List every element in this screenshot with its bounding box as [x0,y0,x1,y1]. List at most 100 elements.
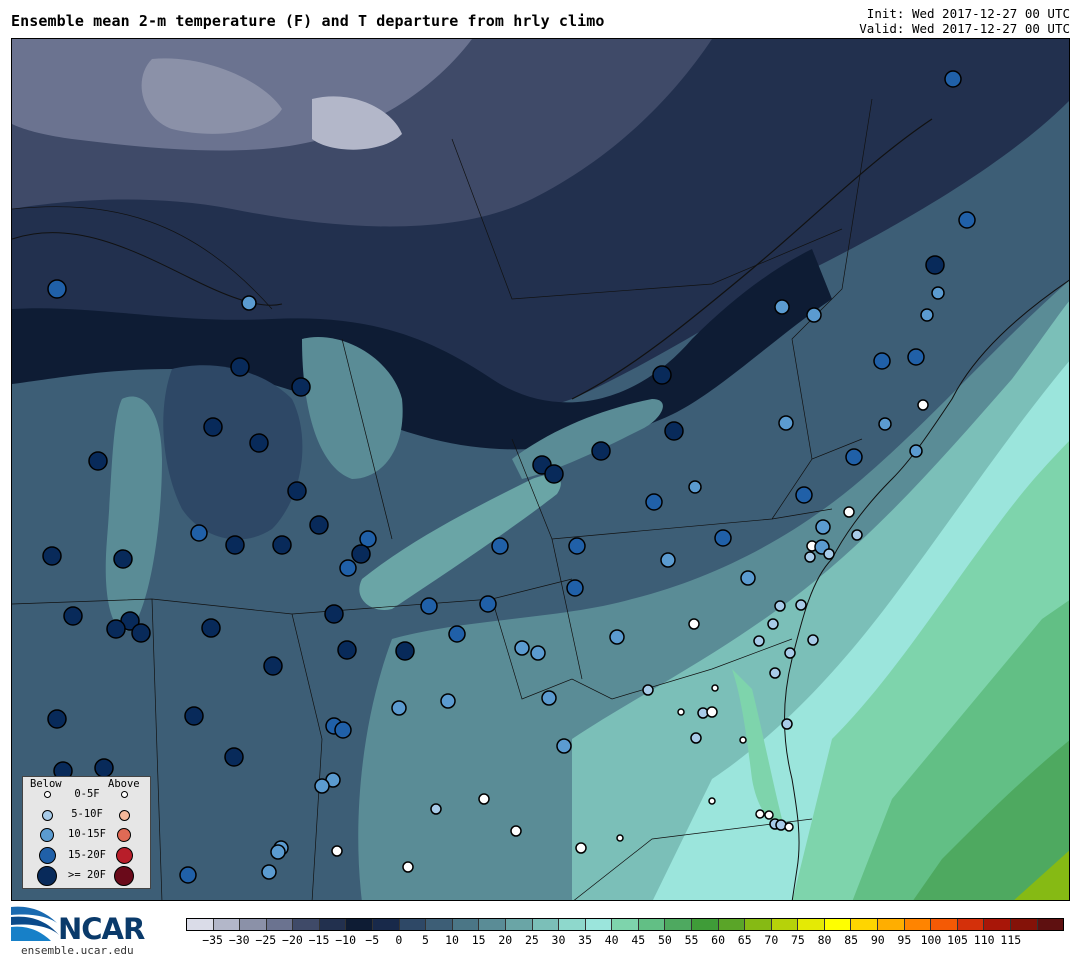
colorbar-tick-label: −20 [282,933,303,947]
colorbar-tick-label: 20 [498,933,513,947]
colorbar-tick-label: 90 [870,933,885,947]
colorbar-segment [691,919,719,930]
station-marker [395,641,415,661]
colorbar-segment [426,919,453,930]
colorbar-segment [187,919,214,930]
colorbar-tick-label: 25 [524,933,539,947]
station-marker [530,645,546,661]
colorbar-segment [293,919,320,930]
station-marker [925,255,945,275]
colorbar-segment [771,919,799,930]
colorbar-segment [745,919,772,930]
station-marker [287,481,307,501]
ncar-url: ensemble.ucar.edu [21,944,134,957]
station-marker [88,451,108,471]
station-marker [47,279,67,299]
station-marker [270,844,286,860]
colorbar-ticks: −35 −30 −25 −20 −15 −10 −5 0 5 10 15 20 25 30 35 40 45 50… [186,933,1064,949]
station-marker [781,718,793,730]
colorbar-segment [532,919,560,930]
colorbar-segment [585,919,613,930]
colorbar-tick-label: 65 [737,933,752,947]
legend-below-dot-1 [42,810,53,821]
station-marker [652,365,672,385]
station-marker [491,537,509,555]
station-marker [402,861,414,873]
colorbar-tick-label: 5 [421,933,429,947]
legend-above-dot-2 [117,828,131,842]
colorbar-segment [851,919,879,930]
colorbar-segment [931,919,958,930]
station-marker [690,732,702,744]
station-marker [479,595,497,613]
legend-row-label: 10-15F [68,828,106,840]
colorbar-tick-label: 55 [684,933,699,947]
station-marker [324,604,344,624]
colorbar-tick-label: 95 [897,933,912,947]
station-marker [769,667,781,679]
chart-title: Ensemble mean 2-m temperature (F) and T … [11,12,605,30]
station-marker [544,464,564,484]
station-marker [541,690,557,706]
station-marker [616,834,624,842]
station-marker [63,606,83,626]
station-marker [440,693,456,709]
station-marker [740,570,756,586]
station-marker [391,700,407,716]
colorbar-segment [346,919,374,930]
station-marker [642,684,654,696]
station-marker [806,307,822,323]
colorbar-tick-label: 15 [471,933,486,947]
station-marker [815,519,831,535]
station-marker [873,352,891,370]
valid-time: Valid: Wed 2017-12-27 00 UTC [859,21,1070,36]
legend-below-dot-0 [44,791,51,798]
station-marker [224,747,244,767]
colorbar-tick-label: 45 [631,933,646,947]
colorbar-tick-label: 0 [395,933,403,947]
station-marker [784,822,794,832]
station-marker [337,640,357,660]
colorbar-segment [240,919,267,930]
colorbar-segment [266,919,294,930]
map-canvas [12,39,1069,900]
station-marker [249,433,269,453]
station-marker [201,618,221,638]
station-marker [42,546,62,566]
colorbar-tick-label: 85 [844,933,859,947]
station-marker [430,803,442,815]
colorbar-segment [505,919,533,930]
station-marker [711,684,719,692]
legend-row-label: 0-5F [74,788,100,800]
station-marker [225,535,245,555]
station-marker [272,535,292,555]
station-marker [845,448,863,466]
legend-above-dot-4 [114,866,134,886]
station-marker [778,415,794,431]
colorbar-tick-label: 105 [947,933,968,947]
station-marker [764,810,774,820]
station-marker [261,864,277,880]
station-marker [706,706,718,718]
colorbar-segment [957,919,985,930]
legend-below-dot-2 [40,828,54,842]
legend-row-label: 15-20F [68,849,106,861]
station-marker [767,618,779,630]
colorbar-segment [665,919,692,930]
station-marker [331,845,343,857]
colorbar-segment [878,919,905,930]
colorbar-tick-label: 110 [973,933,995,947]
station-marker [878,417,892,431]
temperature-colorbar [186,918,1064,931]
temperature-map [11,38,1070,901]
colorbar-tick-label: 40 [604,933,619,947]
colorbar-tick-label: 10 [445,933,459,947]
colorbar-tick-label: −15 [308,933,330,947]
station-marker [568,537,586,555]
station-marker [184,706,204,726]
station-marker [688,618,700,630]
departure-legend: Below Above 0-5F 5-10F 10-15F 15-20F >= … [22,776,151,889]
station-marker [94,758,114,778]
colorbar-segment [1010,919,1038,930]
station-marker [203,417,223,437]
